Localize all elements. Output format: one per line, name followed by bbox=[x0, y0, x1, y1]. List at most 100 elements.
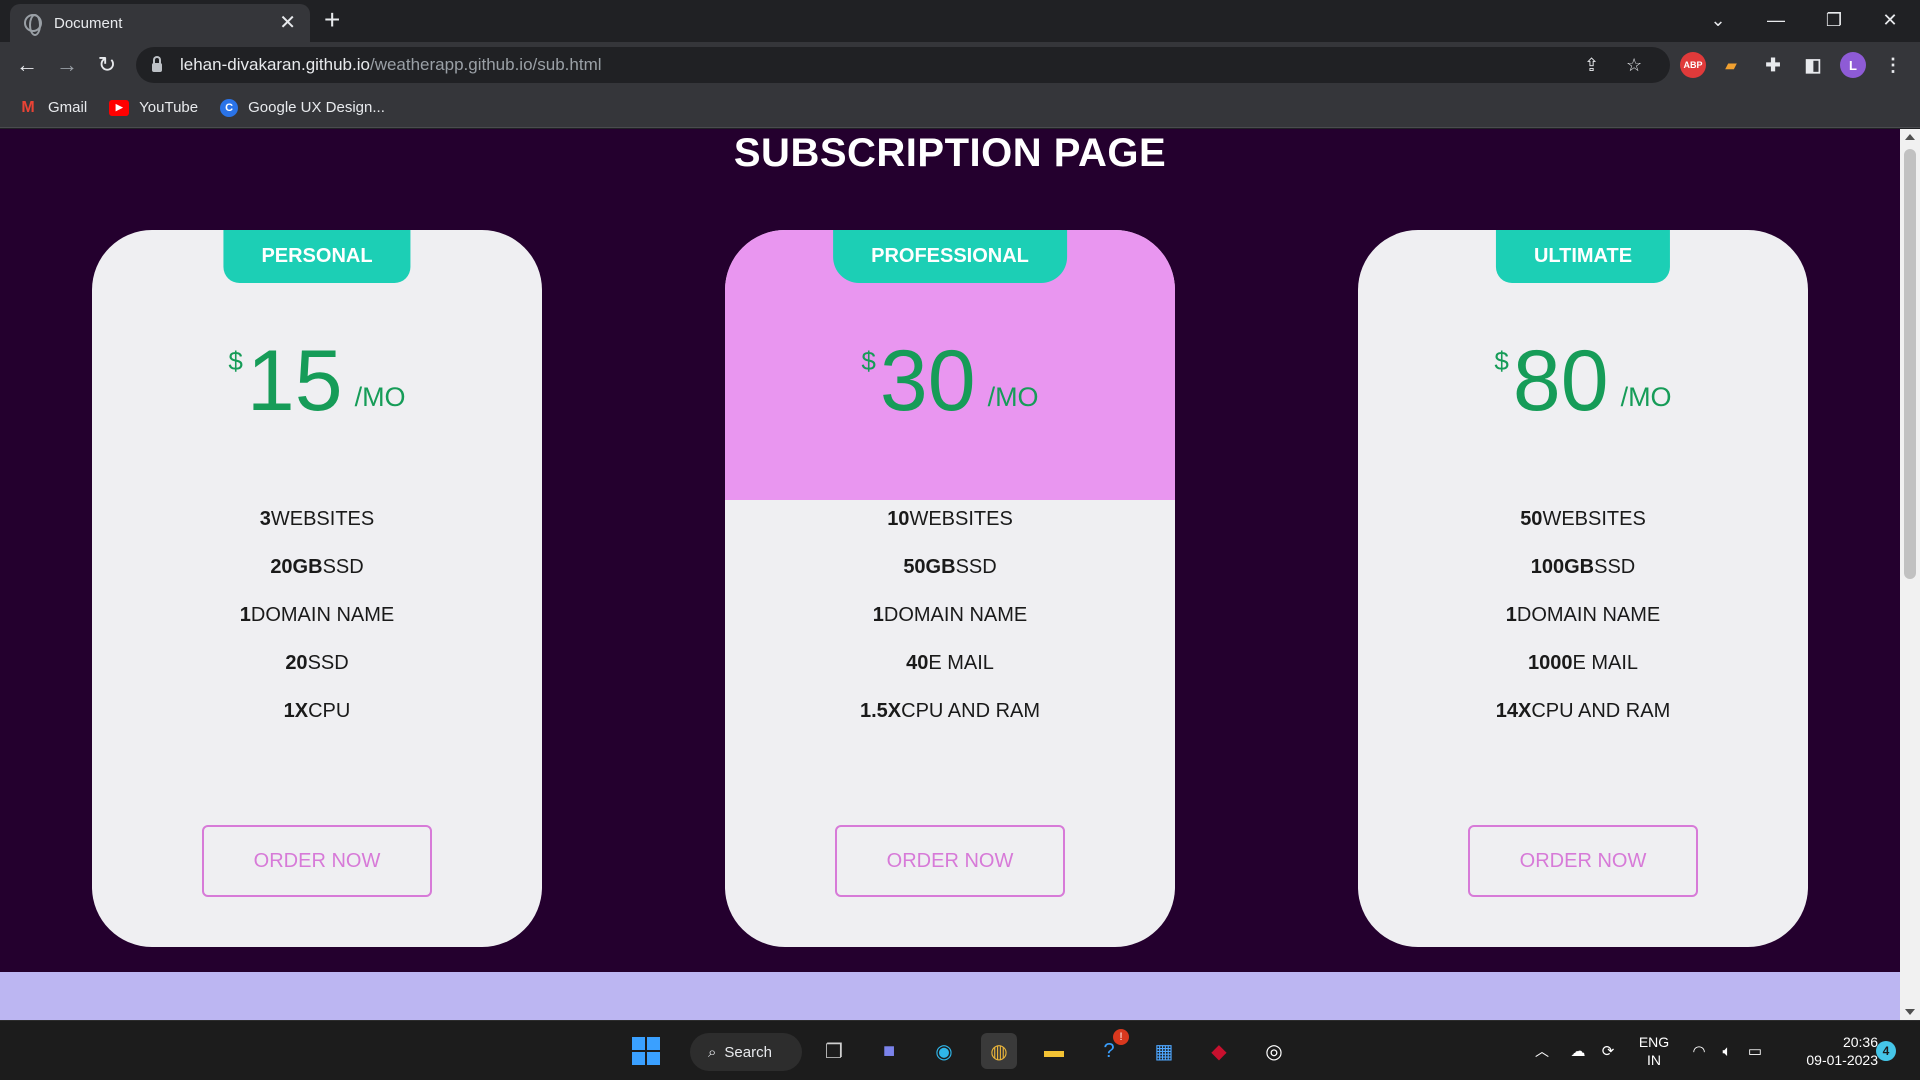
search-label: Search bbox=[724, 1043, 772, 1061]
bookmark-youtube[interactable]: ▶ YouTube bbox=[109, 99, 198, 116]
tab-search-chevron-icon[interactable]: ⌄ bbox=[1690, 0, 1746, 40]
profile-avatar[interactable]: L bbox=[1840, 52, 1866, 78]
help-badge: ! bbox=[1113, 1029, 1129, 1045]
order-now-button[interactable]: ORDER NOW bbox=[202, 825, 432, 897]
lock-icon[interactable] bbox=[152, 56, 162, 72]
puzzle-extensions-icon[interactable]: ✚ bbox=[1760, 52, 1786, 78]
sync-icon[interactable]: ⟳ bbox=[1596, 1033, 1620, 1069]
teams-chat-icon[interactable]: ■ bbox=[871, 1033, 907, 1069]
language-indicator[interactable]: ENG IN bbox=[1636, 1033, 1672, 1069]
windows-start-icon[interactable] bbox=[628, 1033, 664, 1069]
order-now-button[interactable]: ORDER NOW bbox=[835, 825, 1065, 897]
price-amount: 15 bbox=[246, 333, 343, 429]
microsoft-store-icon[interactable]: ▦ bbox=[1146, 1033, 1182, 1069]
price-period: /MO bbox=[354, 382, 406, 412]
feature-list: 10WEBSITES 50GBSSD 1DOMAIN NAME 40E MAIL… bbox=[725, 495, 1175, 735]
plan-price: $ 30 /MO bbox=[725, 338, 1175, 424]
plan-price: $ 80 /MO bbox=[1358, 338, 1808, 424]
show-hidden-icons-chevron[interactable]: ︿ bbox=[1530, 1033, 1554, 1069]
bookmark-label: Google UX Design... bbox=[248, 99, 385, 116]
side-panel-icon[interactable]: ◧ bbox=[1800, 52, 1826, 78]
feature-item: 50WEBSITES bbox=[1520, 508, 1646, 530]
minimize-button[interactable]: — bbox=[1748, 0, 1804, 40]
page-title: SUBSCRIPTION PAGE bbox=[733, 131, 1167, 175]
battery-icon[interactable]: ▭ bbox=[1744, 1033, 1766, 1069]
plan-price: $ 15 /MO bbox=[92, 338, 542, 424]
feature-item: 1DOMAIN NAME bbox=[239, 604, 395, 626]
plan-card-ultimate: ULTIMATE $ 80 /MO 50WEBSITES 100GBSSD 1D… bbox=[1358, 230, 1808, 947]
price-period: /MO bbox=[987, 382, 1039, 412]
help-icon[interactable]: ? ! bbox=[1091, 1029, 1129, 1069]
feature-item: 1.5XCPU AND RAM bbox=[859, 700, 1041, 722]
windows-taskbar: ⌕ Search ❐ ■ ◉ ◍ ▬ ? ! ▦ ◆ ◎ ︿ ☁ ⟳ ENG I… bbox=[0, 1020, 1920, 1080]
edge-icon[interactable]: ◉ bbox=[926, 1033, 962, 1069]
tab-strip: Document ✕ + ⌄ — ❐ ✕ bbox=[0, 0, 1920, 42]
share-icon[interactable]: ⇪ bbox=[1584, 55, 1599, 76]
scroll-down-icon[interactable] bbox=[1905, 1009, 1915, 1015]
bookmark-label: YouTube bbox=[139, 99, 199, 116]
file-explorer-icon[interactable]: ▬ bbox=[1036, 1033, 1072, 1069]
currency-symbol: $ bbox=[228, 346, 243, 376]
browser-tab[interactable]: Document ✕ bbox=[10, 4, 310, 42]
bookmark-gmail[interactable]: M Gmail bbox=[18, 98, 88, 117]
plan-name: PROFESSIONAL bbox=[833, 230, 1067, 283]
page-scrollbar[interactable] bbox=[1900, 129, 1920, 1020]
youtube-icon: ▶ bbox=[109, 99, 130, 116]
close-window-button[interactable]: ✕ bbox=[1862, 0, 1918, 40]
feature-item: 1DOMAIN NAME bbox=[872, 604, 1028, 626]
onedrive-icon[interactable]: ☁ bbox=[1566, 1033, 1590, 1069]
feature-item: 3WEBSITES bbox=[259, 508, 375, 530]
url-path: /weatherapp.github.io/sub.html bbox=[369, 55, 602, 74]
page-viewport: SUBSCRIPTION PAGE PERSONAL $ 15 /MO 3WEB… bbox=[0, 129, 1900, 1020]
chrome-icon[interactable]: ◍ bbox=[981, 1033, 1017, 1069]
feature-item: 50GBSSD bbox=[903, 556, 997, 578]
currency-symbol: $ bbox=[1494, 346, 1509, 376]
mcafee-icon[interactable]: ◆ bbox=[1201, 1033, 1237, 1069]
notification-badge[interactable]: 4 bbox=[1876, 1041, 1896, 1061]
plan-name: PERSONAL bbox=[223, 230, 411, 283]
feature-item: 1XCPU bbox=[283, 700, 351, 722]
close-tab-icon[interactable]: ✕ bbox=[279, 13, 296, 33]
clock-time: 20:36 bbox=[1842, 1034, 1878, 1050]
new-tab-button[interactable]: + bbox=[324, 6, 340, 34]
forward-button[interactable]: → bbox=[50, 48, 84, 82]
plan-name: ULTIMATE bbox=[1495, 230, 1671, 283]
wifi-icon[interactable]: ◠ bbox=[1688, 1033, 1710, 1069]
url-host: lehan-divakaran.github.io bbox=[180, 55, 370, 74]
bookmarks-bar: M Gmail ▶ YouTube C Google UX Design... bbox=[0, 88, 1920, 128]
task-view-icon[interactable]: ❐ bbox=[816, 1033, 852, 1069]
menu-icon[interactable]: ⋮ bbox=[1880, 52, 1906, 78]
clock[interactable]: 20:36 09-01-2023 bbox=[1782, 1033, 1878, 1069]
coursera-icon: C bbox=[220, 98, 239, 117]
adblock-icon[interactable]: ABP bbox=[1680, 52, 1706, 78]
back-button[interactable]: ← bbox=[10, 48, 44, 82]
extension-icon[interactable]: ▰ bbox=[1718, 52, 1744, 78]
clock-date: 09-01-2023 bbox=[1806, 1052, 1878, 1068]
currency-symbol: $ bbox=[861, 346, 876, 376]
app-icon[interactable]: ◎ bbox=[1256, 1033, 1292, 1069]
footer-strip bbox=[0, 972, 1900, 1020]
feature-item: 20GBSSD bbox=[270, 556, 364, 578]
scroll-up-icon[interactable] bbox=[1905, 134, 1915, 140]
volume-icon[interactable]: 🔈︎ bbox=[1716, 1033, 1738, 1069]
taskbar-search[interactable]: ⌕ Search bbox=[690, 1033, 802, 1071]
gmail-icon: M bbox=[21, 98, 35, 116]
bookmark-label: Gmail bbox=[48, 99, 88, 116]
feature-item: 40E MAIL bbox=[906, 652, 994, 674]
scrollbar-thumb[interactable] bbox=[1904, 149, 1916, 579]
order-now-button[interactable]: ORDER NOW bbox=[1468, 825, 1698, 897]
address-bar[interactable]: lehan-divakaran.github.io /weatherapp.gi… bbox=[136, 47, 1670, 83]
feature-item: 100GBSSD bbox=[1530, 556, 1636, 578]
search-icon: ⌕ bbox=[708, 1043, 717, 1061]
tab-title: Document bbox=[54, 14, 123, 32]
language-code: ENG bbox=[1638, 1034, 1670, 1050]
browser-toolbar: ← → ↻ lehan-divakaran.github.io /weather… bbox=[0, 42, 1920, 88]
price-amount: 80 bbox=[1512, 333, 1609, 429]
region-code: IN bbox=[1647, 1052, 1661, 1068]
restore-button[interactable]: ❐ bbox=[1806, 0, 1862, 40]
bookmark-star-icon[interactable]: ☆ bbox=[1626, 55, 1642, 76]
reload-button[interactable]: ↻ bbox=[90, 48, 124, 82]
feature-item: 20SSD bbox=[285, 652, 349, 674]
feature-item: 10WEBSITES bbox=[887, 508, 1013, 530]
bookmark-google-ux[interactable]: C Google UX Design... bbox=[220, 98, 385, 117]
